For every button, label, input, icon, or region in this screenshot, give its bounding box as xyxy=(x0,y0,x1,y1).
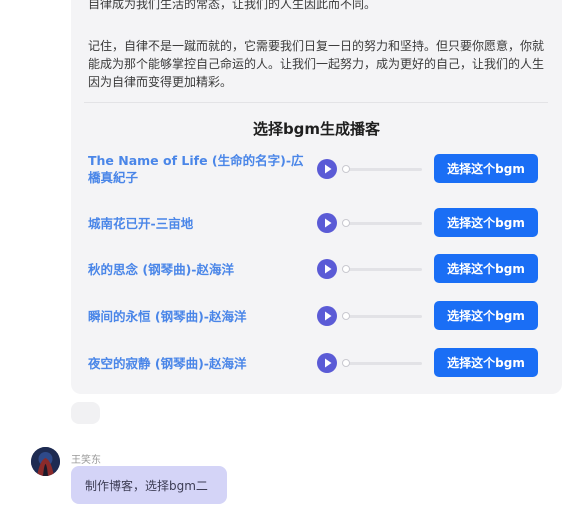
response-paragraph-1: 自律成为我们生活的常态，让我们的人生因此而不同。 xyxy=(88,0,377,11)
progress-slider[interactable] xyxy=(342,219,422,227)
divider xyxy=(84,102,548,103)
track-title: 瞬间的永恒 (钢琴曲)-赵海洋 xyxy=(88,308,247,324)
play-button[interactable] xyxy=(317,353,337,373)
select-bgm-button[interactable]: 选择这个bgm xyxy=(434,348,538,377)
progress-slider[interactable] xyxy=(342,359,422,367)
slider-rail xyxy=(342,267,422,271)
slider-knob[interactable] xyxy=(342,165,350,173)
user-message-bubble: 制作博客，选择bgm二 xyxy=(71,466,227,504)
track-title: 夜空的寂静 (钢琴曲)-赵海洋 xyxy=(88,355,247,371)
bgm-track-item: 夜空的寂静 (钢琴曲)-赵海洋 选择这个bgm xyxy=(88,346,558,380)
bgm-track-item: 瞬间的永恒 (钢琴曲)-赵海洋 选择这个bgm xyxy=(88,299,558,333)
select-bgm-button[interactable]: 选择这个bgm xyxy=(434,208,538,237)
bgm-track-item: 城南花已开-三亩地 选择这个bgm xyxy=(88,206,558,240)
select-bgm-button[interactable]: 选择这个bgm xyxy=(434,301,538,330)
play-icon xyxy=(325,358,332,368)
slider-knob[interactable] xyxy=(342,265,350,273)
slider-rail xyxy=(342,314,422,318)
progress-slider[interactable] xyxy=(342,165,422,173)
play-icon xyxy=(325,218,332,228)
play-button[interactable] xyxy=(317,259,337,279)
track-title: 城南花已开-三亩地 xyxy=(88,215,194,231)
track-title: 秋的思念 (钢琴曲)-赵海洋 xyxy=(88,261,234,277)
progress-slider[interactable] xyxy=(342,265,422,273)
select-bgm-button[interactable]: 选择这个bgm xyxy=(434,254,538,283)
play-icon xyxy=(325,264,332,274)
message-actions-placeholder xyxy=(71,402,100,424)
track-title: The Name of Life (生命的名字)-広橋真紀子 xyxy=(88,153,304,185)
play-button[interactable] xyxy=(317,213,337,233)
slider-knob[interactable] xyxy=(342,312,350,320)
play-button[interactable] xyxy=(317,159,337,179)
play-icon xyxy=(325,311,332,321)
avatar-image xyxy=(31,447,60,476)
bgm-section-title: 选择bgm生成播客 xyxy=(252,120,381,138)
play-button[interactable] xyxy=(317,306,337,326)
avatar xyxy=(31,447,60,476)
bgm-track-item: 秋的思念 (钢琴曲)-赵海洋 选择这个bgm xyxy=(88,252,558,286)
slider-knob[interactable] xyxy=(342,219,350,227)
bgm-track-item: The Name of Life (生命的名字)-広橋真紀子 选择这个bgm xyxy=(88,152,558,186)
slider-knob[interactable] xyxy=(342,359,350,367)
slider-rail xyxy=(342,361,422,365)
select-bgm-button[interactable]: 选择这个bgm xyxy=(434,154,538,183)
chat-username: 王笑东 xyxy=(71,455,101,466)
progress-slider[interactable] xyxy=(342,312,422,320)
play-icon xyxy=(325,164,332,174)
response-paragraph-2: 记住，自律不是一蹴而就的，它需要我们日复一日的努力和坚持。但只要你愿意，你就能成… xyxy=(88,39,545,89)
slider-rail xyxy=(342,221,422,225)
slider-rail xyxy=(342,167,422,171)
